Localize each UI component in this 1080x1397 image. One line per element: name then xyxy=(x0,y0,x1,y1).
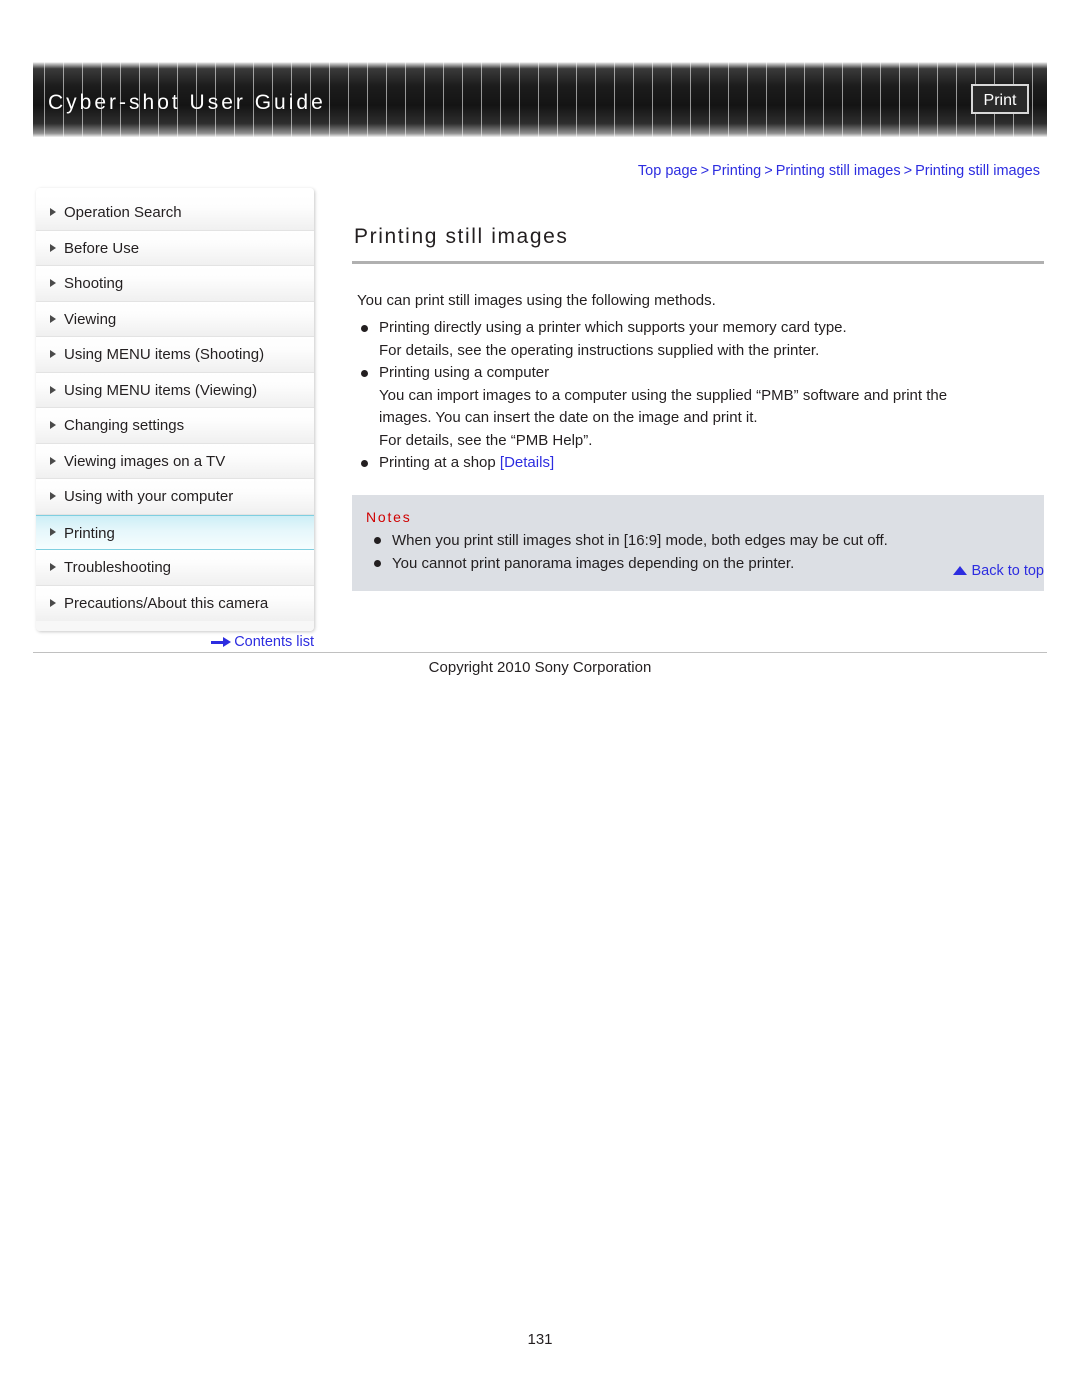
details-link[interactable]: [Details] xyxy=(500,454,554,471)
footer-divider xyxy=(33,652,1047,653)
breadcrumb: Top page > Printing > Printing still images >… xyxy=(638,163,1040,179)
sidebar-item-viewing-images-on-a-tv[interactable]: Viewing images on a TV xyxy=(36,443,314,479)
sidebar-item-label: Viewing xyxy=(64,310,117,328)
bullet-icon xyxy=(361,325,368,332)
page-root: Cyber-shot User Guide Print Top page > Pri… xyxy=(0,0,1080,1397)
method-text: Printing directly using a printer which … xyxy=(379,319,847,336)
method-subline: For details, see the “PMB Help”. xyxy=(379,431,593,449)
sidebar-item-label: Before Use xyxy=(64,239,140,257)
bullet-icon xyxy=(361,460,368,467)
list-item: Printing at a shop [Details] xyxy=(357,452,1044,475)
sidebar-item-label: Viewing images on a TV xyxy=(64,452,226,470)
app-title: Cyber-shot User Guide xyxy=(48,91,326,114)
triangle-right-icon xyxy=(50,243,56,252)
sidebar-item-label: Shooting xyxy=(64,275,124,292)
breadcrumb-item-printing[interactable]: Printing xyxy=(712,163,761,179)
back-to-top-label: Back to top xyxy=(971,563,1044,579)
triangle-up-icon xyxy=(953,565,968,575)
methods-list: Printing directly using a printer which … xyxy=(352,317,1044,475)
breadcrumb-item-current: Printing still images xyxy=(915,163,1040,179)
sidebar-item-label: Printing xyxy=(64,524,115,542)
sidebar-item-precautions-about-this-camera[interactable]: Precautions/About this camera xyxy=(36,585,314,621)
sidebar-item-label: Using MENU items (Shooting) xyxy=(64,346,265,363)
triangle-right-icon xyxy=(50,350,56,359)
triangle-right-icon xyxy=(50,528,56,537)
method-subline: images. You can insert the date on the i… xyxy=(379,409,758,426)
bullet-icon xyxy=(361,370,368,377)
triangle-right-icon xyxy=(50,492,56,501)
main-content: Printing still images You can print stil… xyxy=(352,225,1044,591)
triangle-right-icon xyxy=(50,599,56,608)
sidebar-item-label: Using with your computer xyxy=(64,488,234,505)
method-text: Printing at a shop xyxy=(379,454,500,471)
triangle-right-icon xyxy=(50,456,56,465)
sidebar-item-shooting[interactable]: Shooting xyxy=(36,266,314,302)
triangle-right-icon xyxy=(50,563,56,572)
sidebar-item-changing-settings[interactable]: Changing settings xyxy=(36,408,314,444)
copyright-text: Copyright 2010 Sony Corporation xyxy=(428,659,652,676)
header-banner: Cyber-shot User Guide Print xyxy=(33,62,1047,137)
sidebar-item-label: Changing settings xyxy=(64,417,185,434)
sidebar-item-label: Operation Search xyxy=(64,204,182,221)
sidebar-item-before-use[interactable]: Before Use xyxy=(36,230,314,266)
list-item: When you print still images shot in [16:… xyxy=(370,529,1044,552)
sidebar-item-using-with-your-computer[interactable]: Using with your computer xyxy=(36,479,314,515)
sidebar-item-troubleshooting[interactable]: Troubleshooting xyxy=(36,550,314,586)
sidebar: Operation Search Before Use Shooting Vie… xyxy=(36,188,314,631)
list-item: Printing using a computer You can import… xyxy=(357,362,1044,452)
page-title: Printing still images xyxy=(354,225,569,248)
contents-list-label: Contents list xyxy=(234,634,314,650)
sidebar-item-using-menu-items-viewing[interactable]: Using MENU items (Viewing) xyxy=(36,372,314,408)
sidebar-item-using-menu-items-shooting[interactable]: Using MENU items (Shooting) xyxy=(36,337,314,373)
intro-paragraph: You can print still images using the fol… xyxy=(357,292,716,309)
triangle-right-icon xyxy=(50,279,56,288)
sidebar-item-label: Troubleshooting xyxy=(64,559,172,576)
sidebar-item-label: Precautions/About this camera xyxy=(64,594,269,612)
triangle-right-icon xyxy=(50,314,56,323)
title-divider xyxy=(352,261,1044,264)
method-text: Printing using a computer xyxy=(379,364,550,381)
sidebar-item-operation-search[interactable]: Operation Search xyxy=(36,195,314,231)
back-to-top-link[interactable]: Back to top xyxy=(352,563,1044,579)
list-item: Printing directly using a printer which … xyxy=(357,317,1044,362)
breadcrumb-item-printing-still-images[interactable]: Printing still images xyxy=(776,163,901,179)
breadcrumb-separator: > xyxy=(903,163,913,179)
sidebar-item-printing[interactable]: Printing xyxy=(36,514,314,550)
breadcrumb-separator: > xyxy=(764,163,773,179)
method-subline: You can import images to a computer usin… xyxy=(379,386,948,404)
note-text: When you print still images shot in [16:… xyxy=(392,531,888,549)
sidebar-item-viewing[interactable]: Viewing xyxy=(36,301,314,337)
notes-title: Notes xyxy=(366,508,412,525)
arrow-right-icon xyxy=(211,637,232,648)
breadcrumb-item-top-page[interactable]: Top page xyxy=(638,163,698,179)
triangle-right-icon xyxy=(50,421,56,430)
sidebar-item-label: Using MENU items (Viewing) xyxy=(64,381,258,399)
breadcrumb-separator: > xyxy=(700,163,710,179)
contents-list-link[interactable]: Contents list xyxy=(36,634,314,650)
page-number: 131 xyxy=(527,1331,553,1348)
triangle-right-icon xyxy=(50,385,56,394)
bullet-icon xyxy=(374,536,381,544)
triangle-right-icon xyxy=(50,208,56,217)
method-subline: For details, see the operating instructi… xyxy=(379,341,820,359)
print-button[interactable]: Print xyxy=(971,84,1029,114)
